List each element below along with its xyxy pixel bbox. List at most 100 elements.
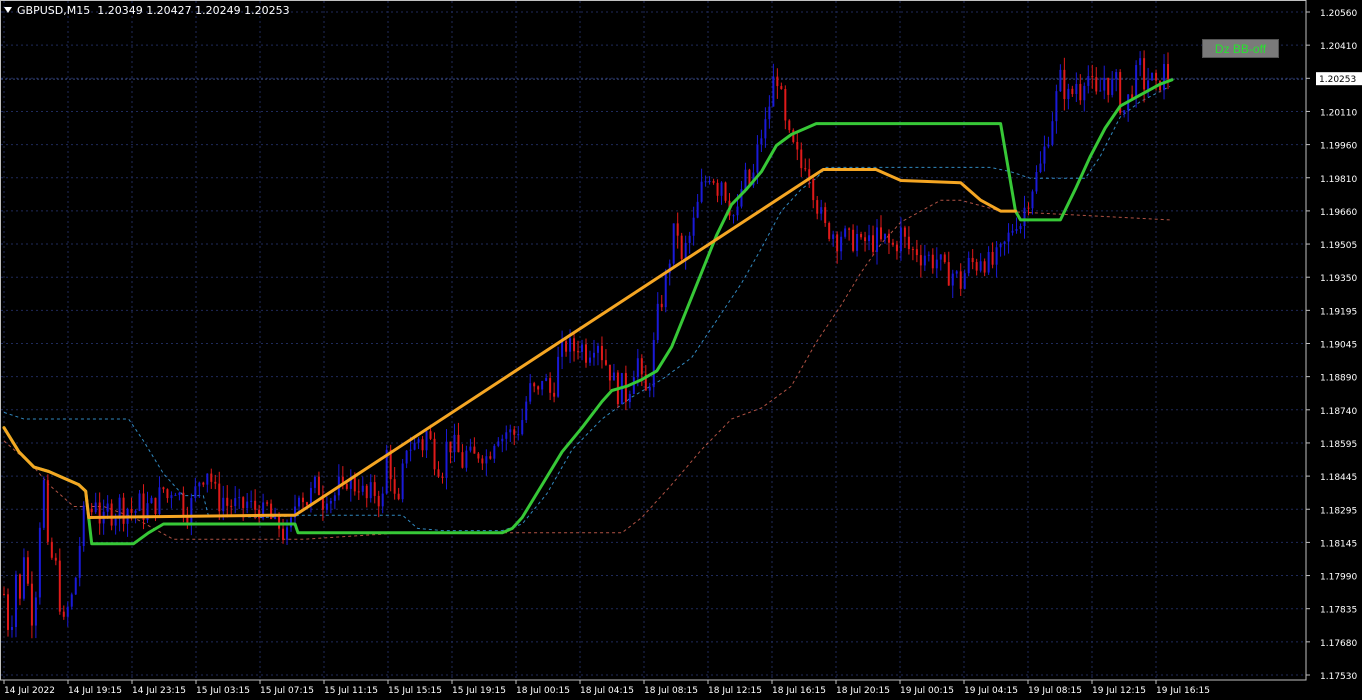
bear-candle [3,594,5,596]
bull-candle [325,503,328,510]
bull-candle [963,273,966,289]
bear-candle [553,392,556,397]
bull-candle [106,503,109,512]
bull-candle [700,181,703,202]
bull-candle [1039,163,1042,173]
bull-candle [569,338,572,352]
bull-candle [1031,191,1034,209]
bear-candle [971,257,974,263]
bear-candle [947,262,950,286]
bear-candle [461,452,464,468]
bull-candle [756,144,759,173]
time-tick-label: 14 Jul 2022 [4,686,55,696]
bull-candle [198,482,201,487]
bull-candle [820,207,823,214]
bull-candle [684,242,687,259]
bear-candle [585,344,588,363]
bull-candle [967,257,970,274]
bull-candle [405,450,408,464]
bull-candle [1035,172,1038,192]
dropdown-triangle-icon[interactable] [4,7,12,13]
time-tick-label: 19 Jul 12:15 [1092,686,1146,696]
bull-candle [656,303,659,340]
bull-candle [979,261,982,271]
bull-candle [469,446,472,451]
bear-candle [54,557,57,561]
bull-candle [509,429,512,433]
bull-candle [1003,241,1006,244]
bull-candle [541,380,544,390]
bear-candle [895,244,898,252]
bull-candle [692,217,695,236]
bear-candle [226,497,229,506]
bear-candle [202,482,205,485]
bull-candle [760,138,763,145]
bear-candle [513,429,516,435]
bull-candle [1059,69,1062,92]
bear-candle [130,508,133,513]
bull-candle [38,527,41,598]
bear-candle [373,482,376,496]
bear-candle [780,86,783,90]
bull-candle [1015,229,1018,231]
bear-candle [30,583,33,626]
price-tick-label: 1.20110 [1320,108,1357,118]
bull-candle [664,273,667,308]
bear-candle [804,168,807,170]
bull-candle [178,492,181,496]
bear-candle [473,446,476,454]
time-tick-label: 18 Jul 20:15 [836,686,890,696]
bear-candle [640,358,643,375]
bear-candle [377,495,380,507]
bear-candle [784,89,787,121]
bull-candle [501,438,504,442]
bull-candle [939,254,942,260]
bull-candle [987,251,990,273]
bull-candle [1023,207,1026,226]
bear-candle [210,473,213,482]
bear-candle [481,458,484,464]
bull-candle [22,557,25,599]
bull-candle [114,518,117,526]
bull-candle [876,227,879,252]
bear-candle [919,255,922,266]
bull-candle [832,234,835,239]
dz-bb-toggle-button[interactable]: Dz BB-off [1202,39,1279,58]
bull-candle [628,393,631,403]
bull-candle [417,439,420,443]
bull-candle [70,594,73,607]
price-tick-label: 1.18740 [1320,407,1357,417]
bull-candle [1151,72,1154,81]
bull-candle [764,119,767,139]
candlesticks [3,50,1170,639]
price-chart[interactable]: 1.20560 1.20410 1.20253 1.20110 1.19960 1.198… [0,0,1362,700]
bear-candle [1027,207,1030,209]
bull-candle [1147,80,1150,90]
bull-candle [672,223,675,264]
bear-candle [162,487,165,490]
bull-candle [94,502,97,513]
bear-candle [816,200,819,214]
symbol-label: GBPUSD,M15 [17,4,91,17]
bear-candle [441,476,444,478]
bear-candle [182,492,185,517]
bull-candle [329,500,332,504]
time-tick-label: 19 Jul 00:15 [900,686,954,696]
bear-candle [1091,76,1094,78]
bull-candle [1135,65,1138,99]
bull-candle [999,243,1002,248]
bear-candle [864,237,867,242]
bull-candle [425,431,428,451]
bull-candle [465,450,468,468]
bull-candle [34,597,37,626]
bear-candle [608,364,611,381]
bear-candle [537,386,540,390]
bull-candle [445,441,448,478]
bear-candle [429,431,432,439]
bear-candle [305,502,308,506]
bull-candle [732,215,735,217]
bear-candle [6,594,9,630]
bull-candle [134,510,137,513]
bull-candle [696,201,699,218]
time-tick-label: 18 Jul 00:15 [516,686,570,696]
